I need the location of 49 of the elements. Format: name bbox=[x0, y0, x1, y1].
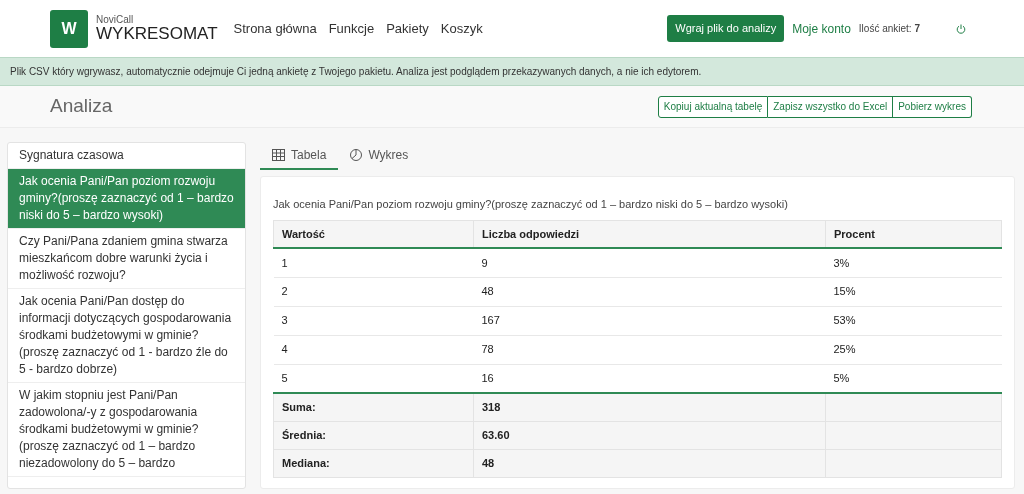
surveys-count: Ilość ankiet: 7 bbox=[858, 22, 920, 36]
question-item[interactable]: W jakim stopniu jest Pani/Pan zadowolona/-y z gospodarowania środkami budżetowymi w gminie?(proszę zaznaczyć od 1 – bardzo niezadowolony do 5 – bardzo bbox=[8, 383, 245, 477]
table-cell: 3 bbox=[273, 306, 474, 335]
table-cell: 1 bbox=[273, 248, 474, 277]
power-icon[interactable] bbox=[956, 23, 966, 34]
logo-icon: W bbox=[50, 9, 88, 48]
pie-chart-icon bbox=[350, 149, 363, 161]
logo-title: WYKRESOMAT bbox=[96, 25, 218, 42]
view-tab[interactable]: Wykres bbox=[338, 142, 421, 170]
action-button[interactable]: Pobierz wykres bbox=[893, 95, 972, 118]
summary-cell: 318 bbox=[473, 393, 826, 421]
table-cell: 15% bbox=[825, 277, 1002, 306]
nav-link[interactable]: Funkcje bbox=[328, 18, 375, 39]
table-cell: 25% bbox=[825, 335, 1002, 364]
nav-link[interactable]: Pakiety bbox=[386, 18, 429, 39]
summary-cell: 48 bbox=[473, 449, 826, 477]
page-title: Analiza bbox=[50, 94, 113, 119]
table-cell: 3% bbox=[825, 248, 1002, 277]
table-cell: 4 bbox=[273, 335, 474, 364]
nav-link[interactable]: Strona główna bbox=[233, 18, 317, 39]
view-tab[interactable]: Tabela bbox=[260, 142, 339, 170]
table-caption: Jak ocenia Pani/Pan poziom rozwoju gminy?(proszę zaznaczyć od 1 – bardzo niski do 5 – bardzo wysoki) bbox=[273, 197, 789, 212]
summary-cell: Mediana: bbox=[273, 449, 474, 477]
question-item[interactable]: Czy Pani/Pana zdaniem gmina stwarza mieszkańcom dobre warunki życia i możliwość rozwoju? bbox=[8, 229, 245, 289]
action-button[interactable]: Kopiuj aktualną tabelę bbox=[657, 95, 769, 118]
action-button[interactable]: Zapisz wszystko do Excel bbox=[768, 95, 894, 118]
table-cell: 16 bbox=[473, 364, 826, 393]
account-link[interactable]: Moje konto bbox=[792, 19, 851, 38]
table-cell: 5 bbox=[273, 364, 474, 393]
table-cell: 48 bbox=[473, 277, 826, 306]
upload-button[interactable]: Wgraj plik do analizy bbox=[667, 15, 785, 42]
summary-cell: 63.60 bbox=[473, 421, 826, 449]
column-header: Wartość bbox=[273, 220, 474, 248]
column-header: Liczba odpowiedzi bbox=[473, 220, 826, 248]
question-item[interactable]: Jak ocenia Pani/Pan dostęp do informacji dotyczących gospodarowania środkami budżetowymi w gminie?(proszę zaznaczyć od 1 - bardzo źle do 5 - bardzo dobrze) bbox=[8, 289, 245, 383]
info-banner: Plik CSV który wgrywasz, automatycznie odejmuje Ci jedną ankietę z Twojego pakietu. Analiza jest podglądem przekazywanych danych, a nie ich edytorem. bbox=[0, 57, 1024, 86]
table-cell: 78 bbox=[473, 335, 826, 364]
nav-link[interactable]: Koszyk bbox=[440, 18, 483, 39]
table-cell: 5% bbox=[825, 364, 1002, 393]
question-item[interactable]: Jak ocenia Pani/Pan poziom rozwoju gminy?(proszę zaznaczyć od 1 – bardzo niski do 5 – bardzo wysoki) bbox=[8, 169, 245, 229]
summary-cell: Suma: bbox=[273, 393, 474, 421]
table-cell: 2 bbox=[273, 277, 474, 306]
logo-subtitle: NoviCall bbox=[96, 15, 135, 25]
summary-cell: Średnia: bbox=[273, 421, 474, 449]
column-header: Procent bbox=[825, 220, 1002, 248]
table-cell: 9 bbox=[473, 248, 826, 277]
table-cell: 167 bbox=[473, 306, 826, 335]
table-icon bbox=[272, 149, 285, 161]
table-cell: 53% bbox=[825, 306, 1002, 335]
